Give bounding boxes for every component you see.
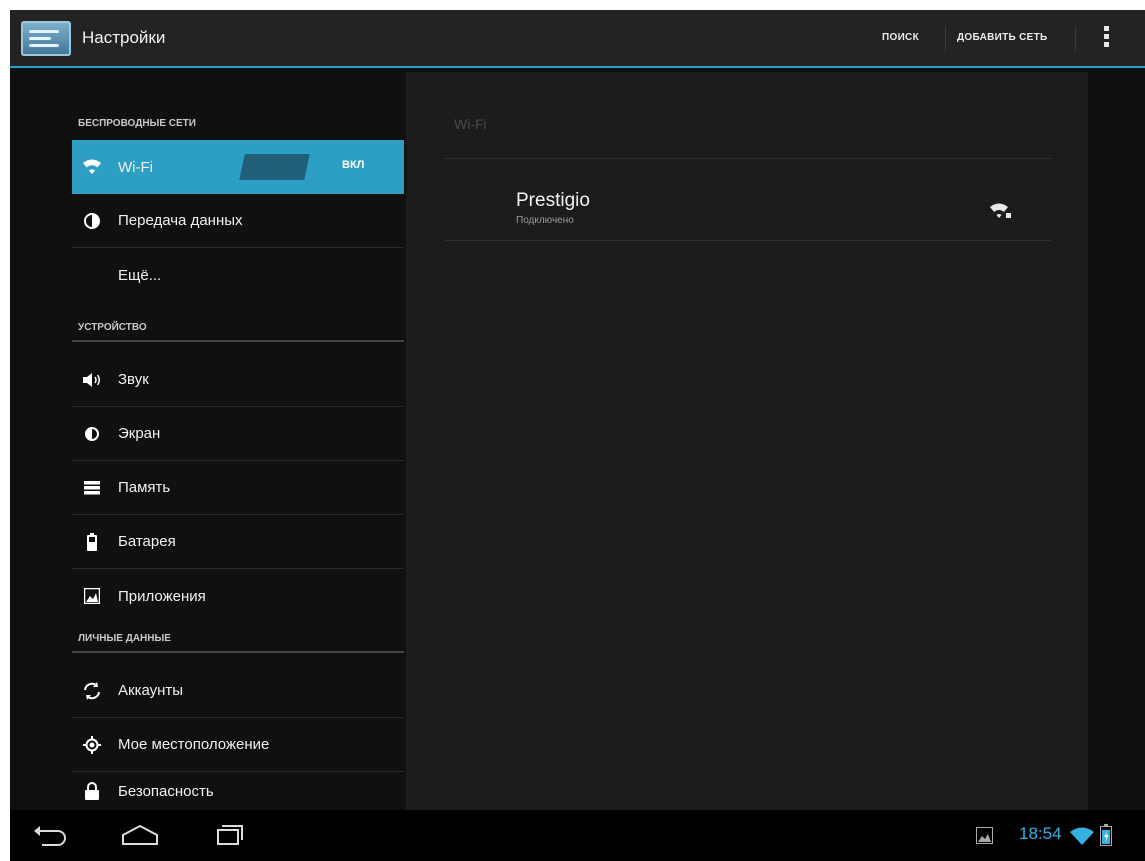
sidebar-item-more[interactable]: Ещё... (72, 248, 404, 302)
action-bar: Настройки ПОИСК ДОБАВИТЬ СЕТЬ (10, 10, 1145, 68)
sidebar-item-label: Аккаунты (118, 682, 184, 699)
sidebar-item-wifi[interactable]: Wi-Fi ВКЛ (72, 140, 404, 194)
section-header-personal: ЛИЧНЫЕ ДАННЫЕ (72, 623, 404, 653)
action-divider (1075, 26, 1076, 52)
section-header-device: УСТРОЙСТВО (72, 312, 404, 342)
sidebar-item-apps[interactable]: Приложения (72, 569, 404, 623)
battery-icon (82, 532, 102, 552)
sidebar-item-label: Приложения (118, 587, 206, 605)
data-usage-icon (82, 211, 102, 231)
recent-apps-button[interactable] (208, 820, 252, 850)
location-icon (82, 735, 102, 755)
sidebar-item-location[interactable]: Мое местоположение (72, 718, 404, 772)
sidebar-item-label: Экран (118, 425, 161, 442)
action-divider (945, 26, 946, 52)
wifi-details-panel: Wi-Fi Prestigio Подключено (406, 72, 1088, 810)
sidebar-item-label: Передача данных (118, 212, 243, 229)
sidebar-item-sound[interactable]: Звук (72, 353, 404, 407)
wifi-toggle-state[interactable]: ВКЛ (342, 159, 364, 171)
status-wifi-icon (1069, 826, 1095, 846)
network-status: Подключено (516, 215, 574, 226)
lock-icon (82, 781, 102, 801)
screenshot-notification-icon[interactable] (976, 827, 993, 844)
divider (444, 158, 1052, 159)
sidebar-item-data-usage[interactable]: Передача данных (72, 194, 404, 248)
sidebar-item-label: Звук (118, 371, 149, 388)
sound-icon (82, 370, 102, 390)
status-clock[interactable]: 18:54 (1019, 824, 1062, 844)
apps-icon (82, 586, 102, 606)
sidebar-item-security[interactable]: Безопасность (72, 772, 404, 810)
settings-screen: Настройки ПОИСК ДОБАВИТЬ СЕТЬ БЕСПРОВОДН… (10, 10, 1145, 861)
status-battery-icon (1100, 824, 1112, 846)
sidebar-item-battery[interactable]: Батарея (72, 515, 404, 569)
sidebar-item-label: Батарея (118, 533, 176, 550)
sync-icon (82, 681, 102, 701)
wifi-signal-icon (990, 200, 1012, 220)
add-network-action-button[interactable]: ДОБАВИТЬ СЕТЬ (957, 32, 1048, 43)
overflow-menu-icon[interactable] (1104, 26, 1110, 52)
network-name: Prestigio (516, 190, 590, 211)
sidebar-item-label: Wi-Fi (118, 158, 153, 176)
sidebar-item-display[interactable]: Экран (72, 407, 404, 461)
sidebar-item-label: Память (118, 479, 171, 496)
sidebar-item-storage[interactable]: Память (72, 461, 404, 515)
wifi-icon (82, 157, 102, 177)
sidebar-item-label: Мое местоположение (118, 736, 270, 753)
section-header-wireless: БЕСПРОВОДНЫЕ СЕТИ (78, 118, 196, 129)
wifi-toggle-track[interactable] (239, 154, 310, 180)
search-action-button[interactable]: ПОИСК (882, 32, 919, 43)
storage-icon (82, 478, 102, 498)
sidebar-item-accounts[interactable]: Аккаунты (72, 664, 404, 718)
divider (444, 240, 1052, 241)
home-button[interactable] (118, 820, 162, 850)
app-title: Настройки (82, 28, 166, 47)
sidebar-item-label: Безопасность (118, 782, 214, 800)
back-button[interactable] (30, 820, 74, 850)
settings-app-icon[interactable] (21, 21, 71, 56)
panel-title: Wi-Fi (454, 116, 487, 132)
settings-categories-list: БЕСПРОВОДНЫЕ СЕТИ Wi-Fi ВКЛ Передача дан… (72, 70, 404, 810)
display-icon (82, 424, 102, 444)
system-navigation-bar: 18:54 (10, 810, 1145, 861)
sidebar-item-label: Ещё... (118, 266, 162, 284)
